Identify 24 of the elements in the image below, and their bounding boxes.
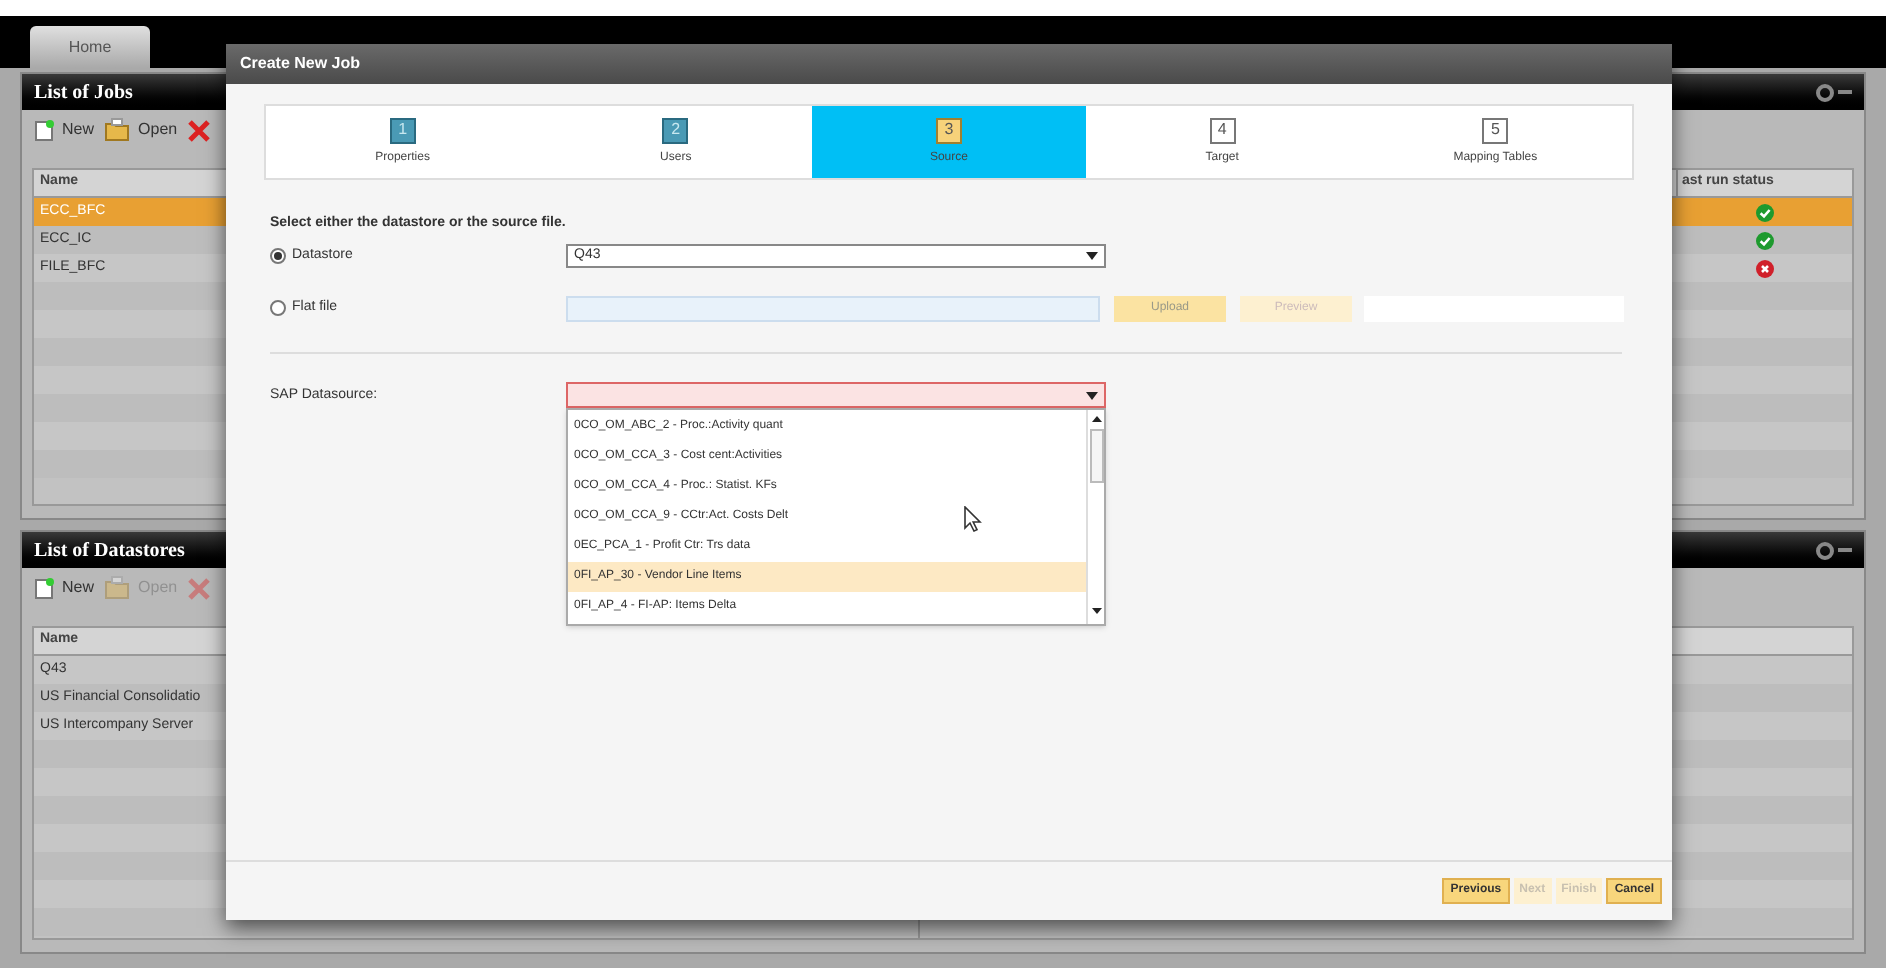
new-document-icon <box>32 118 56 142</box>
settings-icon[interactable] <box>1816 541 1834 559</box>
folder-icon <box>104 576 133 600</box>
dialog-title: Create New Job <box>240 52 361 76</box>
caret-icon <box>1086 252 1098 260</box>
new-button[interactable]: New <box>32 576 95 600</box>
delete-icon <box>187 119 210 141</box>
folder-icon <box>104 118 133 142</box>
panel-title: List of Datastores <box>34 537 185 565</box>
mouse-cursor-icon <box>964 506 982 532</box>
new-document-icon <box>32 576 56 600</box>
file-path-field[interactable] <box>566 295 1100 321</box>
minimize-icon[interactable] <box>1838 90 1852 94</box>
settings-icon[interactable] <box>1816 83 1834 101</box>
delete-button[interactable] <box>187 119 210 141</box>
caret-icon <box>1086 391 1098 399</box>
new-button[interactable]: New <box>32 118 95 142</box>
home-tab[interactable]: Home <box>30 26 150 68</box>
minimize-icon[interactable] <box>1838 548 1852 552</box>
panel-title: List of Jobs <box>34 79 133 107</box>
scrollbar[interactable] <box>1086 410 1104 624</box>
open-button[interactable]: Open <box>104 118 178 142</box>
delete-icon <box>187 577 210 599</box>
dropdown-field[interactable] <box>566 382 1106 408</box>
